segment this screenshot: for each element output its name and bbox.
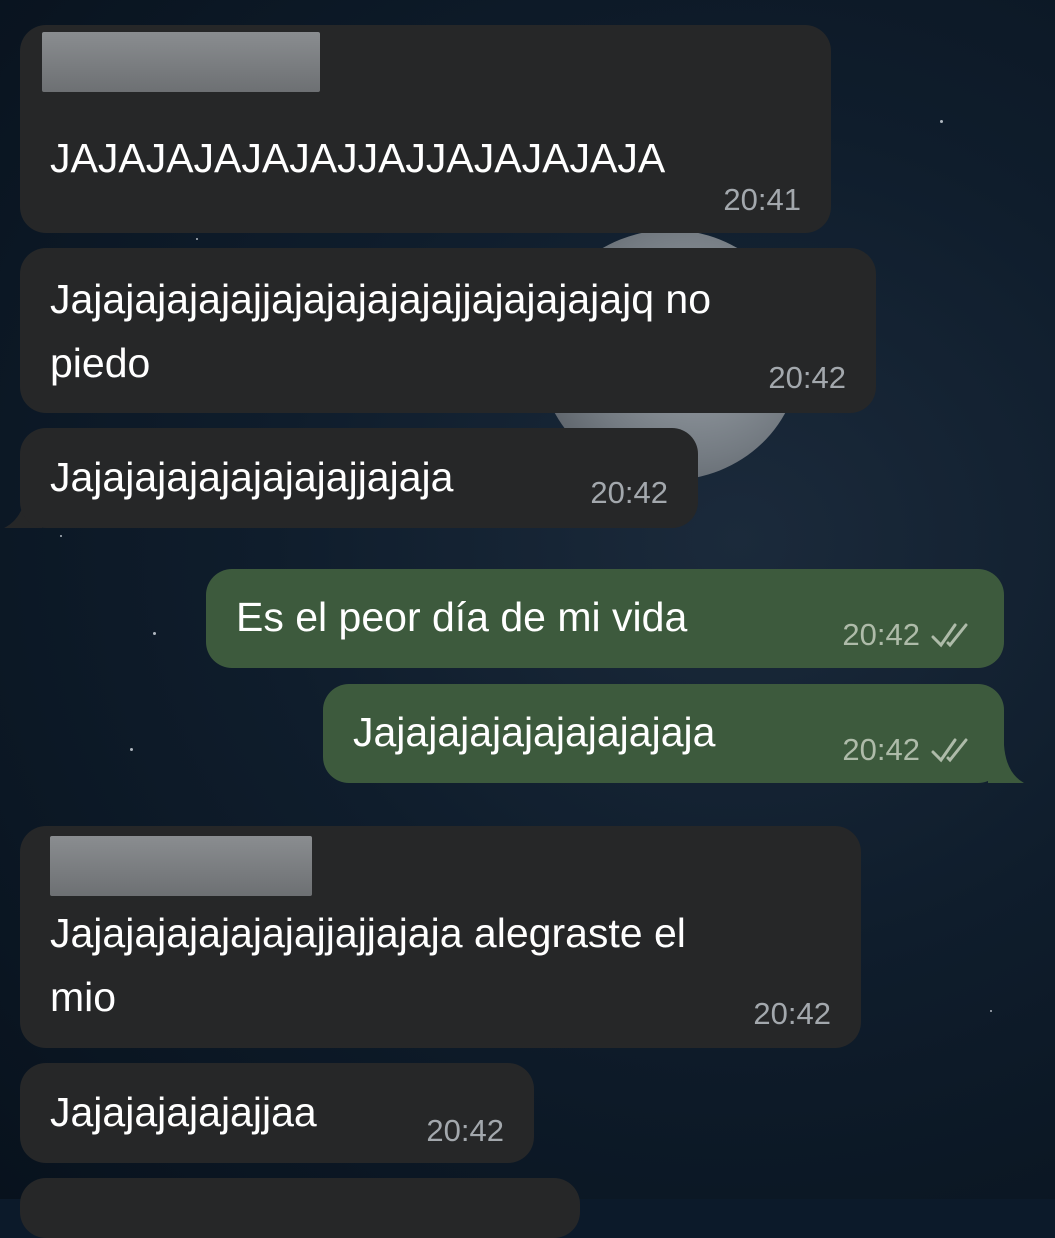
message-timestamp: 20:42 — [842, 732, 920, 767]
message-bubble-outgoing[interactable]: Jajajajajajajajajajaja 20:42 — [323, 684, 1004, 783]
double-check-icon — [931, 738, 968, 763]
message-bubble-incoming[interactable]: Jajajajajajajajajjajjajaja alegraste el … — [20, 826, 861, 1048]
message-bubble-outgoing[interactable]: Es el peor día de mi vida 20:42 — [206, 569, 1004, 668]
message-timestamp: 20:42 — [842, 617, 920, 652]
message-text: Es el peor día de mi vida — [236, 594, 688, 640]
message-timestamp: 20:42 — [426, 1113, 504, 1148]
message-timestamp: 20:42 — [768, 360, 846, 395]
redacted-sender-name — [42, 32, 320, 92]
bubble-tail-outgoing — [988, 745, 1024, 783]
message-timestamp: 20:42 — [590, 475, 668, 510]
message-text-line-2: piedo — [50, 340, 151, 386]
message-bubble-incoming-partial[interactable] — [20, 1178, 580, 1238]
message-thread[interactable]: JAJAJAJAJAJAJJAJJAJAJAJAJA 20:41 Jajajaj… — [0, 0, 1055, 1238]
message-bubble-incoming[interactable]: Jajajajajajajjaa 20:42 — [20, 1063, 534, 1163]
message-text-line-1: Jajajajajajajjajajajajajajjajajajajajq n… — [50, 276, 712, 322]
message-timestamp: 20:42 — [753, 996, 831, 1031]
message-bubble-incoming[interactable]: JAJAJAJAJAJAJJAJJAJAJAJAJA 20:41 — [20, 25, 831, 233]
message-text: Jajajajajajajajajajaja — [353, 709, 716, 755]
message-text-line-2: mio — [50, 974, 117, 1020]
redacted-sender-name — [50, 836, 312, 896]
message-text: Jajajajajajajjaa — [50, 1089, 317, 1135]
double-check-icon — [931, 623, 968, 648]
message-bubble-incoming[interactable]: Jajajajajajajjajajajajajajjajajajajajq n… — [20, 248, 876, 413]
message-text-line-1: Jajajajajajajajajjajjajaja alegraste el — [50, 910, 686, 956]
message-text: Jajajajajajajajajajjajaja — [50, 454, 454, 500]
message-text: JAJAJAJAJAJAJJAJJAJAJAJAJA — [50, 135, 666, 181]
message-timestamp: 20:41 — [723, 182, 801, 217]
message-bubble-incoming[interactable]: Jajajajajajajajajajjajaja 20:42 — [20, 428, 698, 528]
